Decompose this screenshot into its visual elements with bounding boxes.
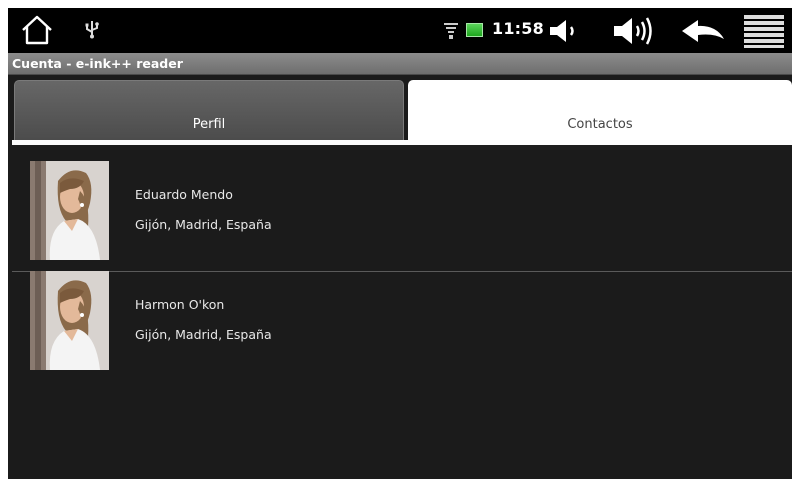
contact-list: Eduardo Mendo Gijón, Madrid, España Harm… (8, 153, 792, 399)
volume-up-icon[interactable] (612, 16, 654, 46)
home-icon[interactable] (20, 14, 54, 46)
status-clock: 11:58 (492, 19, 544, 38)
menu-icon[interactable] (744, 14, 784, 48)
device-screen: 11:58 Cuenta - e-ink++ reader Perfil Con… (8, 8, 792, 479)
tab-perfil-label: Perfil (192, 117, 226, 132)
contact-location: Gijón, Madrid, España (135, 327, 272, 342)
battery-icon (466, 23, 483, 37)
avatar (30, 161, 109, 260)
contact-name: Eduardo Mendo (135, 187, 233, 202)
avatar (30, 271, 109, 370)
app-title-bar: Cuenta - e-ink++ reader (8, 53, 792, 75)
wifi-icon (444, 23, 458, 39)
tab-indicator (12, 140, 792, 145)
list-divider (12, 271, 792, 272)
tab-bar: Perfil Contactos (8, 75, 792, 153)
back-icon[interactable] (680, 19, 726, 43)
volume-down-icon[interactable] (548, 18, 578, 44)
contact-name: Harmon O'kon (135, 297, 225, 312)
tab-contactos-label: Contactos (567, 117, 633, 132)
status-bar: 11:58 (8, 8, 792, 53)
contact-location: Gijón, Madrid, España (135, 217, 272, 232)
app-title: Cuenta - e-ink++ reader (12, 56, 183, 71)
list-item[interactable]: Harmon O'kon Gijón, Madrid, España (8, 271, 792, 399)
list-item[interactable]: Eduardo Mendo Gijón, Madrid, España (8, 153, 792, 275)
tab-contactos[interactable]: Contactos (408, 80, 792, 140)
usb-icon (85, 21, 99, 39)
tab-perfil[interactable]: Perfil (14, 80, 404, 140)
